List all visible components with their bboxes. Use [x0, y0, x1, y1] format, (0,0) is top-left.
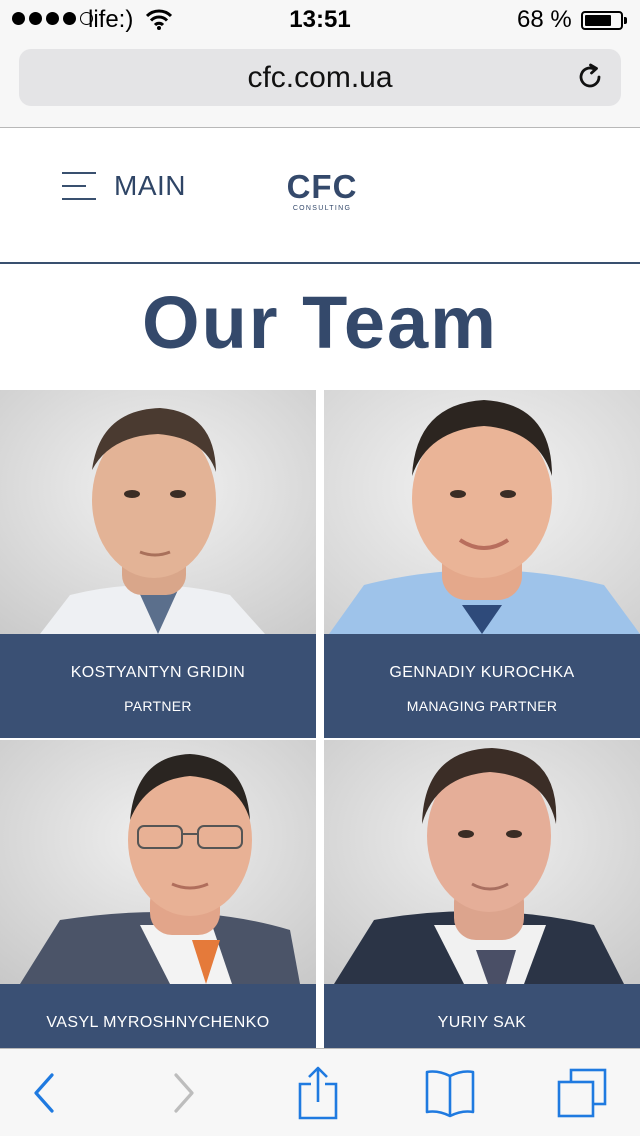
team-member-name: KOSTYANTYN GRIDIN: [70, 664, 246, 681]
browser-toolbar: [0, 1048, 640, 1136]
share-icon[interactable]: [290, 1066, 346, 1120]
logo-subtext: CONSULTING: [292, 205, 352, 212]
logo-text: CFC: [286, 168, 358, 205]
battery-level: [585, 15, 611, 26]
battery-icon: [581, 11, 627, 30]
reload-icon[interactable]: [575, 62, 605, 92]
team-member-photo[interactable]: [324, 390, 640, 634]
team-member-role: PARTNER: [124, 698, 192, 714]
team-member-caption[interactable]: YURIY SAK: [324, 984, 640, 1050]
page-title: Our Team: [142, 281, 498, 364]
battery-percentage: 68 %: [517, 6, 572, 33]
screen: life:) 13:51 68 % cfc.com.ua MAIN CFC CO…: [0, 0, 640, 1136]
bookmarks-icon[interactable]: [422, 1067, 478, 1119]
browser-address-area: cfc.com.ua: [0, 40, 640, 128]
team-member-role: MANAGING PARTNER: [406, 698, 558, 714]
team-member-caption[interactable]: VASYL MYROSHNYCHENKO: [0, 984, 316, 1050]
team-card[interactable]: VASYL MYROSHNYCHENKO: [0, 740, 316, 1050]
team-member-caption[interactable]: KOSTYANTYN GRIDIN PARTNER: [0, 634, 316, 738]
team-member-photo[interactable]: [0, 390, 316, 634]
tabs-icon[interactable]: [554, 1067, 610, 1119]
hamburger-icon[interactable]: [62, 172, 96, 200]
team-member-photo[interactable]: [0, 740, 316, 984]
url-text[interactable]: cfc.com.ua: [19, 61, 621, 95]
team-member-name: YURIY SAK: [437, 1014, 527, 1031]
back-icon[interactable]: [16, 1067, 72, 1119]
address-bar[interactable]: cfc.com.ua: [19, 49, 621, 106]
team-card[interactable]: YURIY SAK: [324, 740, 640, 1050]
status-bar: life:) 13:51 68 %: [0, 0, 640, 40]
team-card[interactable]: GENNADIY KUROCHKA MANAGING PARTNER: [324, 390, 640, 738]
team-grid: KOSTYANTYN GRIDIN PARTNER GENNADIY KUROC…: [0, 390, 640, 1050]
main-menu-button[interactable]: MAIN: [62, 166, 186, 206]
team-member-name: GENNADIY KUROCHKA: [389, 664, 575, 681]
menu-label[interactable]: MAIN: [114, 170, 186, 202]
forward-icon[interactable]: [156, 1067, 212, 1119]
team-member-name: VASYL MYROSHNYCHENKO: [46, 1014, 270, 1031]
site-header: MAIN CFC CONSULTING: [0, 129, 640, 264]
cfc-logo[interactable]: CFC CONSULTING: [286, 169, 358, 213]
team-member-caption[interactable]: GENNADIY KUROCHKA MANAGING PARTNER: [324, 634, 640, 738]
team-card[interactable]: KOSTYANTYN GRIDIN PARTNER: [0, 390, 316, 738]
team-member-photo[interactable]: [324, 740, 640, 984]
